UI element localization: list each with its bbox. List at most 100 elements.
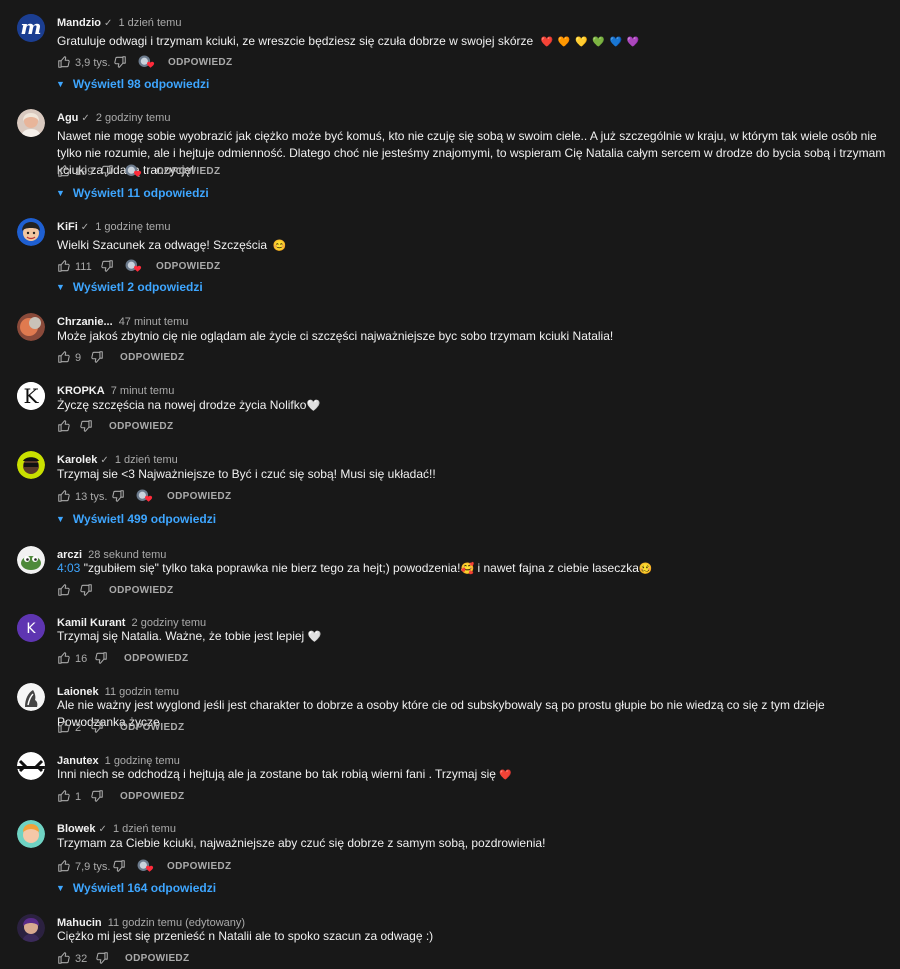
like-icon[interactable] [57, 55, 71, 69]
like-icon[interactable] [57, 350, 71, 364]
dislike-icon[interactable] [90, 720, 104, 734]
creator-heart-icon [138, 55, 156, 71]
reply-button[interactable]: ODPOWIEDZ [120, 352, 184, 363]
dislike-icon[interactable] [100, 259, 114, 273]
reply-button[interactable]: ODPOWIEDZ [109, 421, 173, 432]
author-name[interactable]: Mandzio [57, 17, 101, 29]
author-name[interactable]: Blowek [57, 823, 96, 835]
avatar-image [17, 820, 45, 848]
comment-header: Agu ✓ 2 godziny temu [57, 112, 170, 125]
like-icon[interactable] [57, 489, 71, 503]
avatar[interactable] [17, 313, 45, 341]
comment-time[interactable]: 1 dzień temu [118, 17, 181, 29]
avatar-image [17, 683, 45, 711]
caret-down-icon: ▼ [56, 883, 65, 893]
dislike-icon[interactable] [111, 489, 125, 503]
dislike-icon[interactable] [79, 419, 93, 433]
dislike-icon[interactable] [79, 583, 93, 597]
reply-button[interactable]: ODPOWIEDZ [156, 166, 220, 177]
reply-button[interactable]: ODPOWIEDZ [124, 653, 188, 664]
author-name[interactable]: Karolek [57, 454, 97, 466]
comment-actions: 3,9 tys. ODPOWIEDZ [57, 55, 457, 71]
dislike-icon[interactable] [100, 164, 114, 178]
dislike-icon[interactable] [90, 789, 104, 803]
avatar[interactable] [17, 683, 45, 711]
comment-time[interactable]: 2 godziny temu [96, 112, 171, 124]
comment-text: Ciężko mi jest się przenieść n Natalii a… [57, 929, 434, 943]
reply-button[interactable]: ODPOWIEDZ [120, 791, 184, 802]
avatar[interactable]: K [17, 614, 45, 642]
avatar[interactable]: m [17, 14, 45, 42]
reply-button[interactable]: ODPOWIEDZ [167, 861, 231, 872]
view-replies-button[interactable]: ▼ Wyświetl 2 odpowiedzi [56, 280, 203, 294]
view-replies-button[interactable]: ▼ Wyświetl 98 odpowiedzi [56, 77, 209, 91]
emoji: 🤍 [306, 400, 321, 412]
like-count: 9 [75, 352, 82, 364]
avatar[interactable]: K [17, 382, 45, 410]
creator-heart-icon [125, 259, 143, 275]
reply-button[interactable]: ODPOWIEDZ [168, 57, 232, 68]
author-name[interactable]: KiFi [57, 221, 78, 233]
comment-time[interactable]: 1 godzinę temu [95, 221, 170, 233]
avatar[interactable] [17, 109, 45, 137]
avatar[interactable] [17, 546, 45, 574]
comment-actions: 1 ODPOWIEDZ [57, 789, 457, 805]
verified-check-icon: ✓ [80, 222, 90, 233]
dislike-icon[interactable] [90, 350, 104, 364]
like-icon[interactable] [57, 859, 71, 873]
reply-button[interactable]: ODPOWIEDZ [120, 722, 184, 733]
dislike-icon[interactable] [112, 859, 126, 873]
caret-down-icon: ▼ [56, 282, 65, 292]
emoji: 😊 [272, 240, 287, 252]
comment-text: Inni niech se odchodzą i hejtują ale ja … [57, 767, 512, 781]
comment-time[interactable]: 7 minut temu [111, 385, 175, 397]
comment-text: Życzę szczęścia na nowej drodze życia No… [57, 398, 321, 412]
author-name[interactable]: Agu [57, 112, 78, 124]
view-replies-button[interactable]: ▼ Wyświetl 499 odpowiedzi [56, 512, 216, 526]
comment-actions: 2 ODPOWIEDZ [57, 720, 457, 736]
avatar[interactable] [17, 914, 45, 942]
like-icon[interactable] [57, 583, 71, 597]
author-name[interactable]: Chrzanie... [57, 316, 113, 328]
like-icon[interactable] [57, 720, 71, 734]
comment-time[interactable]: 47 minut temu [119, 316, 189, 328]
comment-actions: 32 ODPOWIEDZ [57, 951, 457, 967]
reply-button[interactable]: ODPOWIEDZ [156, 261, 220, 272]
dislike-icon[interactable] [113, 55, 127, 69]
like-count: 13 tys. [75, 491, 108, 503]
svg-text:m: m [20, 15, 41, 39]
reply-button[interactable]: ODPOWIEDZ [167, 491, 231, 502]
like-icon[interactable] [57, 951, 71, 965]
reply-button[interactable]: ODPOWIEDZ [109, 585, 173, 596]
comment-text: 4:03 "zgubiłem się" tylko taka poprawka … [57, 561, 653, 575]
avatar[interactable] [17, 218, 45, 246]
video-timestamp-link[interactable]: 4:03 [57, 561, 80, 575]
like-count: 199 [75, 166, 94, 178]
comment-header: KiFi ✓ 1 godzinę temu [57, 221, 170, 234]
reply-button[interactable]: ODPOWIEDZ [125, 953, 189, 964]
view-replies-button[interactable]: ▼ Wyświetl 11 odpowiedzi [56, 186, 209, 200]
like-icon[interactable] [57, 419, 71, 433]
comment-text: Trzymam za Ciebie kciuki, najważniejsze … [57, 836, 546, 850]
comment-header: Mandzio ✓ 1 dzień temu [57, 17, 181, 30]
comment-time[interactable]: 1 dzień temu [113, 823, 176, 835]
verified-check-icon: ✓ [81, 113, 90, 124]
svg-text:K: K [26, 621, 36, 637]
like-icon[interactable] [57, 651, 71, 665]
like-icon[interactable] [57, 789, 71, 803]
dislike-icon[interactable] [94, 651, 108, 665]
comment-time[interactable]: 1 dzień temu [115, 454, 178, 466]
avatar[interactable] [17, 752, 45, 780]
view-replies-button[interactable]: ▼ Wyświetl 164 odpowiedzi [56, 881, 216, 895]
like-icon[interactable] [57, 259, 71, 273]
avatar[interactable] [17, 451, 45, 479]
author-name[interactable]: KROPKA [57, 385, 105, 397]
emoji: 🥰 [460, 563, 475, 575]
like-icon[interactable] [57, 164, 71, 178]
dislike-icon[interactable] [95, 951, 109, 965]
avatar-image: m [17, 14, 45, 42]
avatar-image [17, 218, 45, 246]
like-count: 32 [75, 953, 88, 965]
avatar[interactable] [17, 820, 45, 848]
like-count: 7,9 tys. [75, 861, 111, 873]
